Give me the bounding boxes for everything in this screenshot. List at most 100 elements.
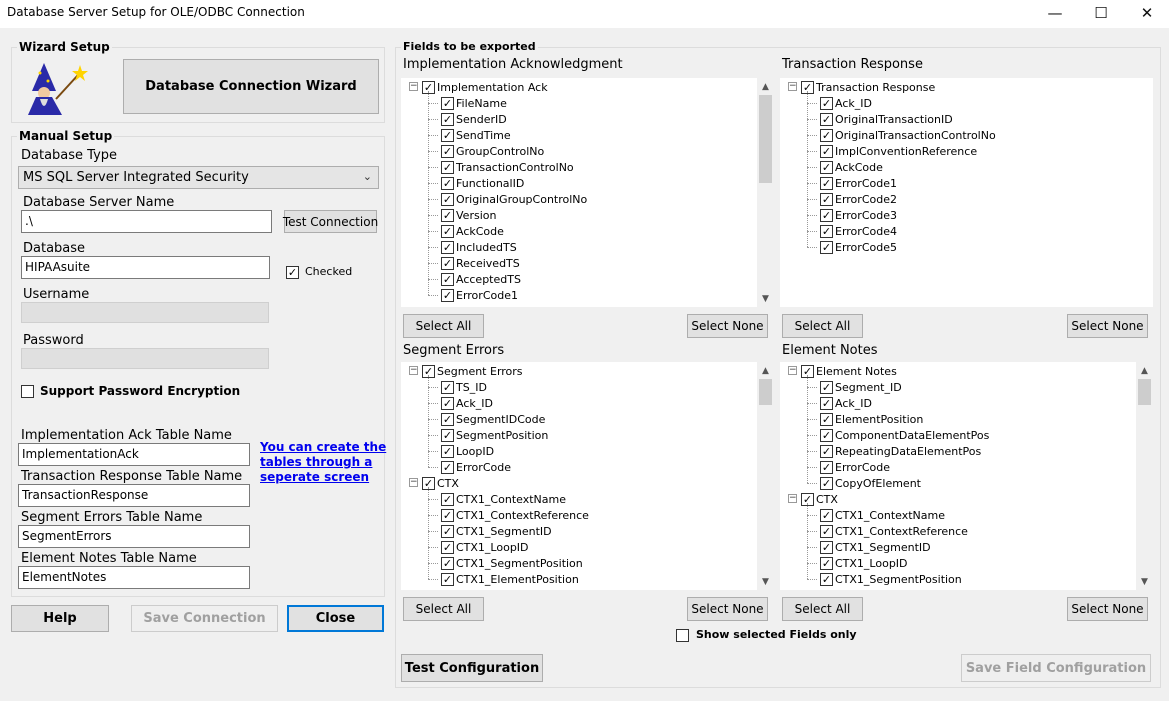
field-checkbox[interactable]: ✓ xyxy=(820,112,833,126)
field-checkbox[interactable]: ✓ xyxy=(820,128,833,142)
tree-field-node[interactable]: ✓ TransactionControlNo xyxy=(441,159,574,175)
tree-field-node[interactable]: ✓ ErrorCode1 xyxy=(441,287,518,303)
database-type-select[interactable]: MS SQL Server Integrated Security ⌄ xyxy=(18,166,379,189)
tr-table-name-input[interactable]: TransactionResponse xyxy=(18,484,250,507)
database-server-name-input[interactable]: .\ xyxy=(21,210,272,233)
tree-field-node[interactable]: ✓ ImplConventionReference xyxy=(820,143,977,159)
tree-field-node[interactable]: ✓ SegmentIDCode xyxy=(441,411,545,427)
field-checkbox[interactable]: ✓ xyxy=(441,144,454,158)
scrollbar-thumb[interactable] xyxy=(759,379,772,405)
field-checkbox[interactable]: ✓ xyxy=(441,444,454,458)
collapse-icon[interactable]: − xyxy=(409,82,418,91)
tree-field-node[interactable]: ✓ SendTime xyxy=(441,127,511,143)
tree-field-node[interactable]: ✓ LoopID xyxy=(441,443,494,459)
close-button[interactable]: Close xyxy=(287,605,384,632)
field-checkbox[interactable]: ✓ xyxy=(820,476,833,490)
test-connection-button[interactable]: Test Connection xyxy=(283,210,378,233)
tree-root-node[interactable]: ✓ Element Notes xyxy=(801,363,897,379)
tree-field-node[interactable]: ✓ TS_ID xyxy=(441,379,487,395)
tree-field-node[interactable]: ✓ ComponentDataElementPos xyxy=(820,427,989,443)
field-checkbox[interactable]: ✓ xyxy=(441,160,454,174)
field-checkbox[interactable]: ✓ xyxy=(441,428,454,442)
se-select-none-button[interactable]: Select None xyxy=(687,597,768,621)
field-checkbox[interactable]: ✓ xyxy=(820,524,833,538)
tree-field-node[interactable]: ✓ ErrorCode5 xyxy=(820,239,897,255)
tree-field-node[interactable]: ✓ CTX1_SegmentPosition xyxy=(441,555,583,571)
tree-field-node[interactable]: ✓ ErrorCode1 xyxy=(820,175,897,191)
field-checkbox[interactable]: ✓ xyxy=(820,572,833,586)
tree-field-node[interactable]: ✓ CTX1_LoopID xyxy=(820,555,908,571)
collapse-icon[interactable]: − xyxy=(409,478,418,487)
field-checkbox[interactable]: ✓ xyxy=(820,556,833,570)
field-checkbox[interactable]: ✓ xyxy=(441,412,454,426)
field-checkbox[interactable]: ✓ xyxy=(441,208,454,222)
tree-field-node[interactable]: ✓ CTX1_ContextReference xyxy=(820,523,968,539)
maximize-button[interactable]: ☐ xyxy=(1078,0,1124,26)
tree-field-node[interactable]: ✓ CTX1_SegmentPosition xyxy=(820,571,962,587)
tree-field-node[interactable]: ✓ RepeatingDataElementPos xyxy=(820,443,981,459)
field-checkbox[interactable]: ✓ xyxy=(441,240,454,254)
tree-field-node[interactable]: ✓ CopyOfElement xyxy=(820,475,921,491)
checked-checkbox[interactable]: ✓ xyxy=(286,266,299,279)
field-checkbox[interactable]: ✓ xyxy=(441,492,454,506)
show-selected-fields-checkbox[interactable] xyxy=(676,629,689,642)
collapse-icon[interactable]: − xyxy=(788,494,797,503)
tree-field-node[interactable]: ✓ Version xyxy=(441,207,496,223)
vertical-scrollbar[interactable]: ▲ ▼ xyxy=(1136,362,1153,590)
tree-field-node[interactable]: ✓ SenderID xyxy=(441,111,507,127)
field-checkbox[interactable]: ✓ xyxy=(441,256,454,270)
se-field-tree[interactable]: − ✓ Segment Errors ✓ TS_ID ✓ Ack_ID ✓ SegmentIDC… xyxy=(401,362,774,590)
field-checkbox[interactable]: ✓ xyxy=(820,460,833,474)
field-checkbox[interactable]: ✓ xyxy=(441,224,454,238)
scroll-down-icon[interactable]: ▼ xyxy=(757,290,774,307)
tree-field-node[interactable]: ✓ ElementPosition xyxy=(820,411,923,427)
help-button[interactable]: Help xyxy=(11,605,109,632)
field-checkbox[interactable]: ✓ xyxy=(820,444,833,458)
impl-select-none-button[interactable]: Select None xyxy=(687,314,768,338)
field-checkbox[interactable]: ✓ xyxy=(441,192,454,206)
tree-field-node[interactable]: ✓ CTX1_LoopID xyxy=(441,539,529,555)
tree-field-node[interactable]: ✓ AcceptedTS xyxy=(441,271,521,287)
field-checkbox[interactable]: ✓ xyxy=(820,192,833,206)
tree-root-node[interactable]: ✓ Implementation Ack xyxy=(422,79,548,95)
field-checkbox[interactable]: ✓ xyxy=(820,240,833,254)
field-checkbox[interactable]: ✓ xyxy=(820,412,833,426)
field-checkbox[interactable]: ✓ xyxy=(820,380,833,394)
field-checkbox[interactable]: ✓ xyxy=(820,396,833,410)
create-tables-link[interactable]: You can create the tables through a sepe… xyxy=(260,440,386,485)
scroll-down-icon[interactable]: ▼ xyxy=(1136,573,1153,590)
minimize-button[interactable]: — xyxy=(1032,0,1078,26)
scroll-up-icon[interactable]: ▲ xyxy=(1136,362,1153,379)
vertical-scrollbar[interactable]: ▲ ▼ xyxy=(757,78,774,307)
save-field-configuration-button[interactable]: Save Field Configuration xyxy=(961,654,1151,682)
tree-field-node[interactable]: ✓ CTX1_ElementPosition xyxy=(441,571,579,587)
field-checkbox[interactable]: ✓ xyxy=(820,144,833,158)
tree-field-node[interactable]: ✓ OriginalTransactionID xyxy=(820,111,953,127)
field-checkbox[interactable]: ✓ xyxy=(820,428,833,442)
field-checkbox[interactable]: ✓ xyxy=(441,540,454,554)
field-checkbox[interactable]: ✓ xyxy=(441,396,454,410)
tree-field-node[interactable]: ✓ CTX1_ContextName xyxy=(441,491,566,507)
se-table-name-input[interactable]: SegmentErrors xyxy=(18,525,250,548)
collapse-icon[interactable]: − xyxy=(409,366,418,375)
tree-field-node[interactable]: ✓ FunctionalID xyxy=(441,175,524,191)
field-checkbox[interactable]: ✓ xyxy=(441,272,454,286)
tr-field-tree[interactable]: − ✓ Transaction Response ✓ Ack_ID ✓ OriginalTr… xyxy=(780,78,1153,307)
tree-field-node[interactable]: ✓ Segment_ID xyxy=(820,379,902,395)
tree-field-node[interactable]: ✓ CTX1_SegmentID xyxy=(820,539,931,555)
collapse-icon[interactable]: − xyxy=(788,366,797,375)
tr-select-all-button[interactable]: Select All xyxy=(782,314,863,338)
tree-field-node[interactable]: ✓ AckCode xyxy=(441,223,504,239)
field-checkbox[interactable]: ✓ xyxy=(441,508,454,522)
field-checkbox[interactable]: ✓ xyxy=(441,176,454,190)
en-select-all-button[interactable]: Select All xyxy=(782,597,863,621)
tree-field-node[interactable]: ✓ OriginalGroupControlNo xyxy=(441,191,587,207)
se-select-all-button[interactable]: Select All xyxy=(403,597,484,621)
tree-field-node[interactable]: ✓ CTX1_SegmentID xyxy=(441,523,552,539)
field-checkbox[interactable]: ✓ xyxy=(441,556,454,570)
tree-field-node[interactable]: ✓ FileName xyxy=(441,95,507,111)
field-checkbox[interactable]: ✓ xyxy=(820,176,833,190)
tr-select-none-button[interactable]: Select None xyxy=(1067,314,1148,338)
scroll-up-icon[interactable]: ▲ xyxy=(757,362,774,379)
tree-field-node[interactable]: ✓ OriginalTransactionControlNo xyxy=(820,127,996,143)
